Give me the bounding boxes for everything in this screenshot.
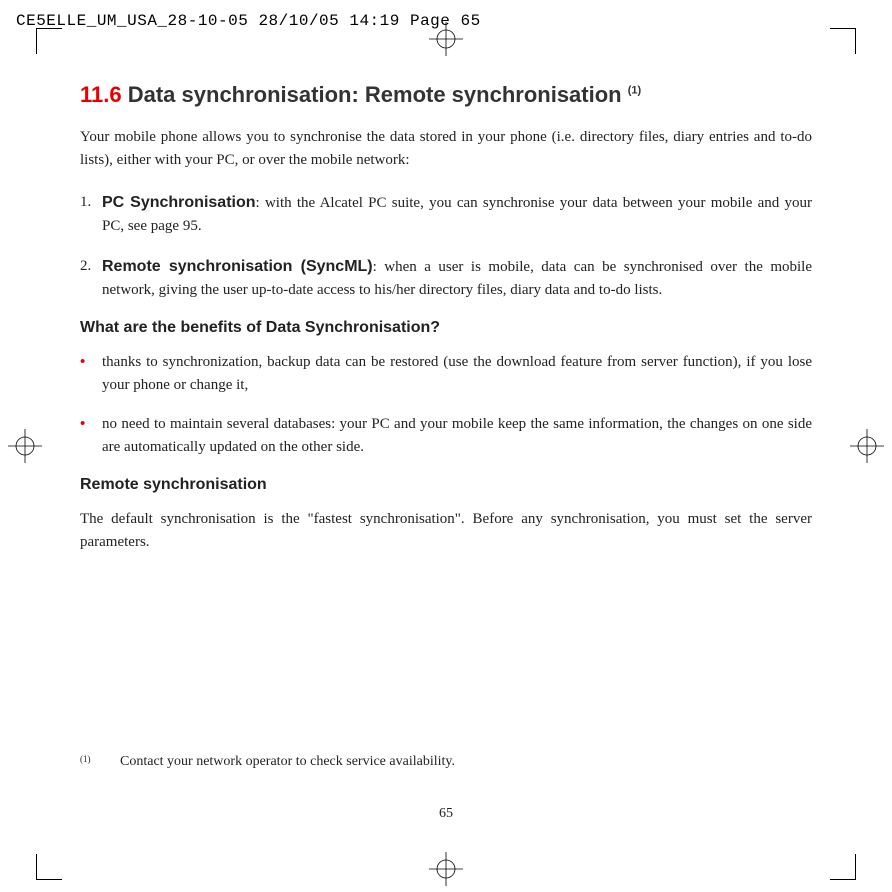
item-lead: PC Synchronisation [102, 194, 256, 211]
paragraph: The default synchronisation is the "fast… [80, 508, 812, 555]
item-number: 2. [80, 255, 102, 303]
bullet-icon: • [80, 351, 102, 398]
footnote: (1) Contact your network operator to che… [80, 754, 812, 770]
list-item: • thanks to synchronization, backup data… [80, 351, 812, 398]
numbered-list: 1. PC Synchronisation: with the Alcatel … [80, 191, 812, 303]
crop-mark [830, 854, 856, 880]
registration-mark-icon [429, 852, 463, 886]
item-lead: Remote synchronisation (SyncML) [102, 258, 373, 275]
bullet-icon: • [80, 413, 102, 460]
section-title: Data synchronisation: Remote synchronisa… [128, 82, 622, 107]
crop-mark [36, 854, 62, 880]
print-header: CE5ELLE_UM_USA_28-10-05 28/10/05 14:19 P… [16, 12, 481, 30]
page-content: 11.6 Data synchronisation: Remote synchr… [80, 82, 812, 852]
list-item: 2. Remote synchronisation (SyncML): when… [80, 255, 812, 303]
registration-mark-icon [850, 429, 884, 463]
registration-mark-icon [8, 429, 42, 463]
section-superscript: (1) [628, 85, 641, 97]
footnote-text: Contact your network operator to check s… [120, 754, 812, 770]
list-item: 1. PC Synchronisation: with the Alcatel … [80, 191, 812, 239]
footnote-mark: (1) [80, 754, 120, 770]
page-number: 65 [80, 806, 812, 822]
registration-mark-icon [429, 22, 463, 56]
section-number: 11.6 [80, 82, 122, 107]
bullet-text: thanks to synchronization, backup data c… [102, 351, 812, 398]
subheading-benefits: What are the benefits of Data Synchronis… [80, 319, 812, 337]
intro-paragraph: Your mobile phone allows you to synchron… [80, 126, 812, 173]
crop-mark [830, 28, 856, 54]
list-item: • no need to maintain several databases:… [80, 413, 812, 460]
bullet-text: no need to maintain several databases: y… [102, 413, 812, 460]
item-number: 1. [80, 191, 102, 239]
crop-mark [36, 28, 62, 54]
subheading-remote: Remote synchronisation [80, 476, 812, 494]
section-heading: 11.6 Data synchronisation: Remote synchr… [80, 82, 812, 108]
bullet-list: • thanks to synchronization, backup data… [80, 351, 812, 460]
